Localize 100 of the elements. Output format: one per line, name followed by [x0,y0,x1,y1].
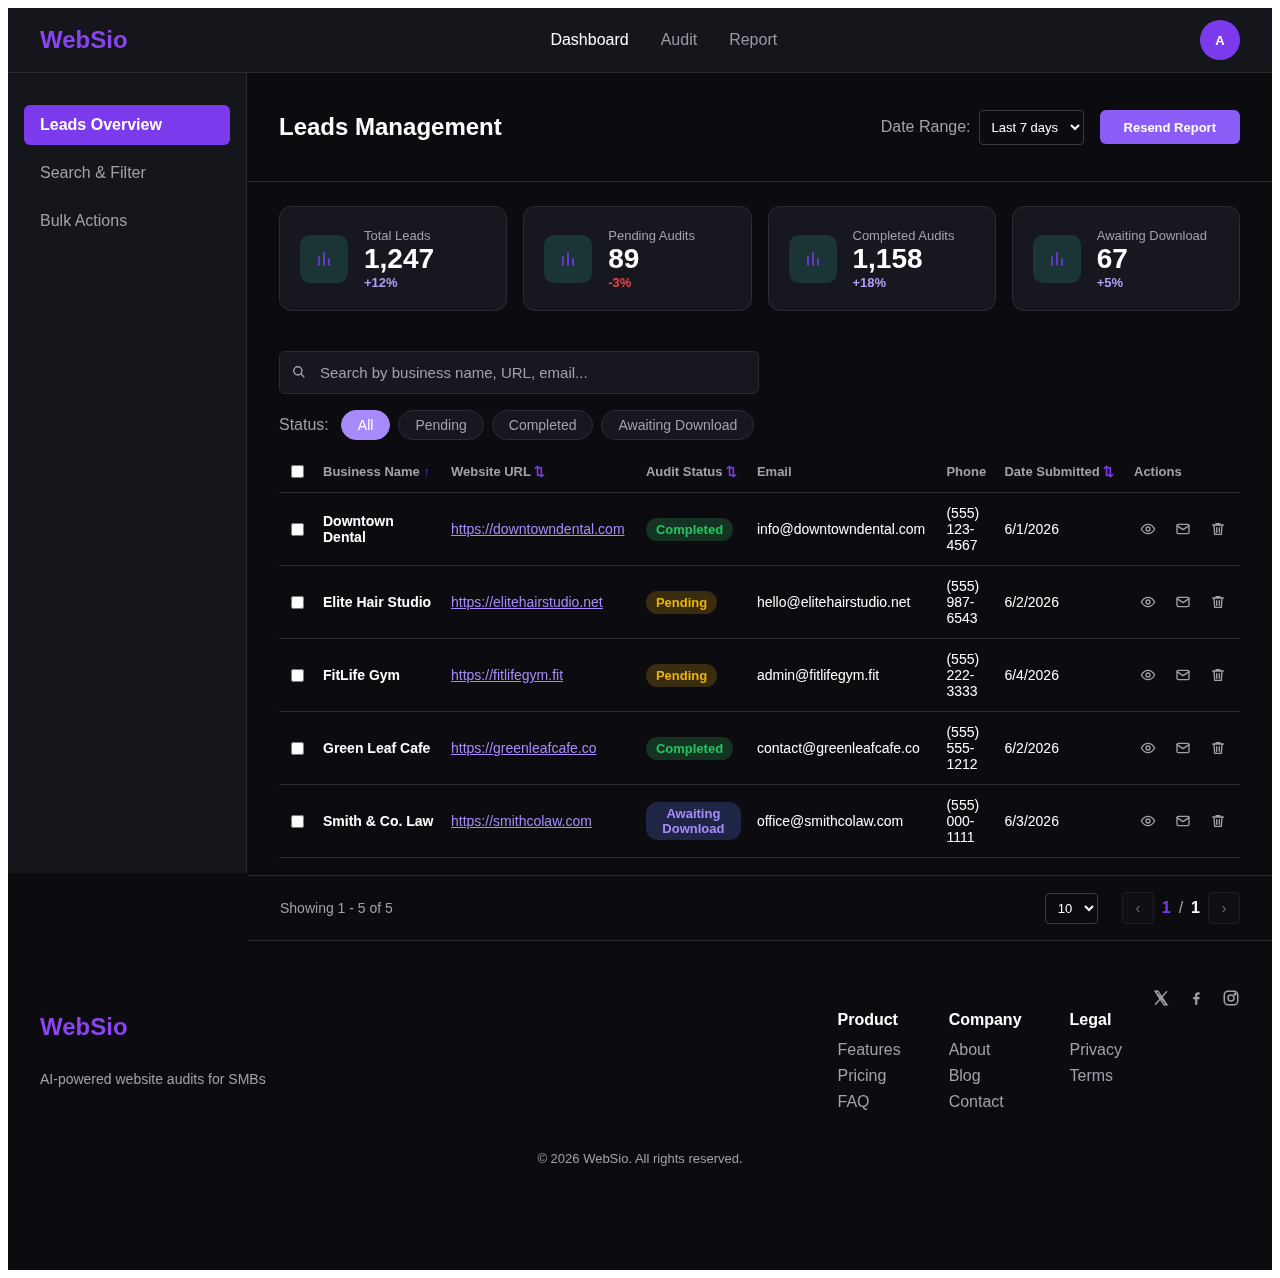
website-link[interactable]: https://greenleafcafe.co [451,740,597,756]
trash-icon[interactable] [1210,521,1226,537]
view-icon[interactable] [1140,521,1156,537]
table-cell: Downtown Dental [315,492,443,566]
table-cell: Smith & Co. Law [315,784,443,858]
footer-heading: Product [837,1011,899,1029]
sidebar-item[interactable]: Leads Overview [24,105,230,145]
status-filter-chip[interactable]: Pending [398,410,484,440]
trash-icon[interactable] [1210,594,1226,610]
stat-value: 67 [1096,242,1128,275]
table-cell: Green Leaf Cafe [315,711,443,785]
bar-chart-icon [560,250,577,267]
stat-change: +5% [1096,274,1125,290]
footer-link[interactable]: Blog [948,1067,1022,1085]
status-label: Status: [279,416,329,434]
table-cell: 6/3/2026 [996,784,1126,858]
nav-link[interactable]: Audit [660,31,698,49]
column-header[interactable]: Website URL ⇅ [443,450,638,493]
view-icon[interactable] [1140,667,1156,683]
current-page: 1 [1161,899,1171,917]
column-header[interactable]: Business Name ↑ [315,450,443,493]
mail-icon[interactable] [1175,740,1191,756]
row-checkbox[interactable] [291,741,304,755]
column-header[interactable]: Date Submitted ⇅ [996,450,1126,493]
website-link[interactable]: https://fitlifegym.fit [451,667,564,683]
next-page-button[interactable]: › [1208,892,1240,924]
row-checkbox[interactable] [291,595,304,609]
bar-chart-icon [804,250,821,267]
view-icon[interactable] [1140,740,1156,756]
previous-page-button[interactable]: ‹ [1121,892,1154,924]
search-field[interactable]: Search by business name, URL, email... [279,351,759,394]
status-badge: Pending [645,590,718,614]
column-header[interactable]: Phone [938,450,997,493]
stat-value: 89 [608,242,640,275]
resend-report-button[interactable]: Resend Report [1099,110,1240,144]
table-cell: 6/4/2026 [996,638,1126,712]
table-cell: admin@fitlifegym.fit [748,638,939,712]
table-cell: info@downtowndental.com [748,492,939,566]
nav-link[interactable]: Dashboard [550,31,629,49]
stat-change: +18% [852,274,888,290]
x-logo-icon[interactable] [1152,989,1170,1007]
mail-icon[interactable] [1175,521,1191,537]
user-avatar[interactable]: A [1200,20,1240,60]
footer-link[interactable]: Terms [1069,1067,1122,1085]
row-checkbox[interactable] [291,668,304,682]
footer-link[interactable]: FAQ [837,1093,901,1111]
website-link[interactable]: https://smithcolaw.com [451,813,592,829]
footer-heading: Legal [1069,1011,1113,1029]
mail-icon[interactable] [1175,667,1191,683]
footer-tagline: AI-powered website audits for SMBs [40,1071,267,1087]
footer-link[interactable]: About [948,1041,1022,1059]
status-filter-chip[interactable]: Completed [491,410,594,440]
footer-link[interactable]: Privacy [1069,1041,1122,1059]
stat-label: Awaiting Download [1096,227,1208,243]
search-icon [292,365,306,379]
select-all-checkbox[interactable] [291,464,304,478]
mail-icon[interactable] [1175,594,1191,610]
sidebar-item[interactable]: Search & Filter [24,153,230,193]
website-link[interactable]: https://downtowndental.com [451,521,625,537]
instagram-icon[interactable] [1222,989,1240,1007]
table-cell: (555) 987-6543 [938,565,997,639]
trash-icon[interactable] [1210,667,1226,683]
view-icon[interactable] [1140,594,1156,610]
mail-icon[interactable] [1175,813,1191,829]
column-header[interactable]: Actions [1126,450,1240,493]
stat-change: +12% [364,274,399,290]
date-range-select[interactable]: Last 7 days [978,109,1084,145]
table-cell: FitLife Gym [315,638,443,712]
trash-icon[interactable] [1210,813,1226,829]
copyright: © 2026 WebSio. All rights reserved. [536,1151,744,1166]
nav-link[interactable]: Report [729,31,778,49]
table-cell: 6/1/2026 [996,492,1126,566]
column-header[interactable]: Audit Status ⇅ [637,450,749,493]
table-cell: 6/2/2026 [996,711,1126,785]
date-range-label: Date Range: [880,118,971,136]
page-separator: / [1178,899,1184,917]
view-icon[interactable] [1140,813,1156,829]
row-checkbox[interactable] [291,522,304,536]
trash-icon[interactable] [1210,740,1226,756]
status-badge: Awaiting Download [645,802,741,840]
status-filter-chip[interactable]: Awaiting Download [601,410,755,440]
footer-heading: Company [948,1011,1022,1029]
table-cell: (555) 123-4567 [938,492,997,566]
bar-chart-icon [316,250,332,267]
page-size-select[interactable]: 10 [1044,892,1098,924]
website-link[interactable]: https://elitehairstudio.net [451,594,603,610]
table-cell: hello@elitehairstudio.net [748,565,939,639]
stat-value: 1,158 [852,242,924,275]
logo[interactable]: WebSio [40,26,128,54]
footer-link[interactable]: Contact [948,1093,1022,1111]
row-checkbox[interactable] [291,814,304,828]
column-header[interactable]: Email [748,450,939,493]
sidebar-item[interactable]: Bulk Actions [24,201,230,241]
table-cell: (555) 555-1212 [938,711,997,785]
footer-link[interactable]: Pricing [837,1067,901,1085]
stat-change: -3% [608,274,633,290]
status-badge: Completed [645,517,734,541]
footer-logo[interactable]: WebSio [40,1013,838,1041]
table-cell: contact@greenleafcafe.co [748,711,939,785]
footer-link[interactable]: Features [837,1041,901,1059]
